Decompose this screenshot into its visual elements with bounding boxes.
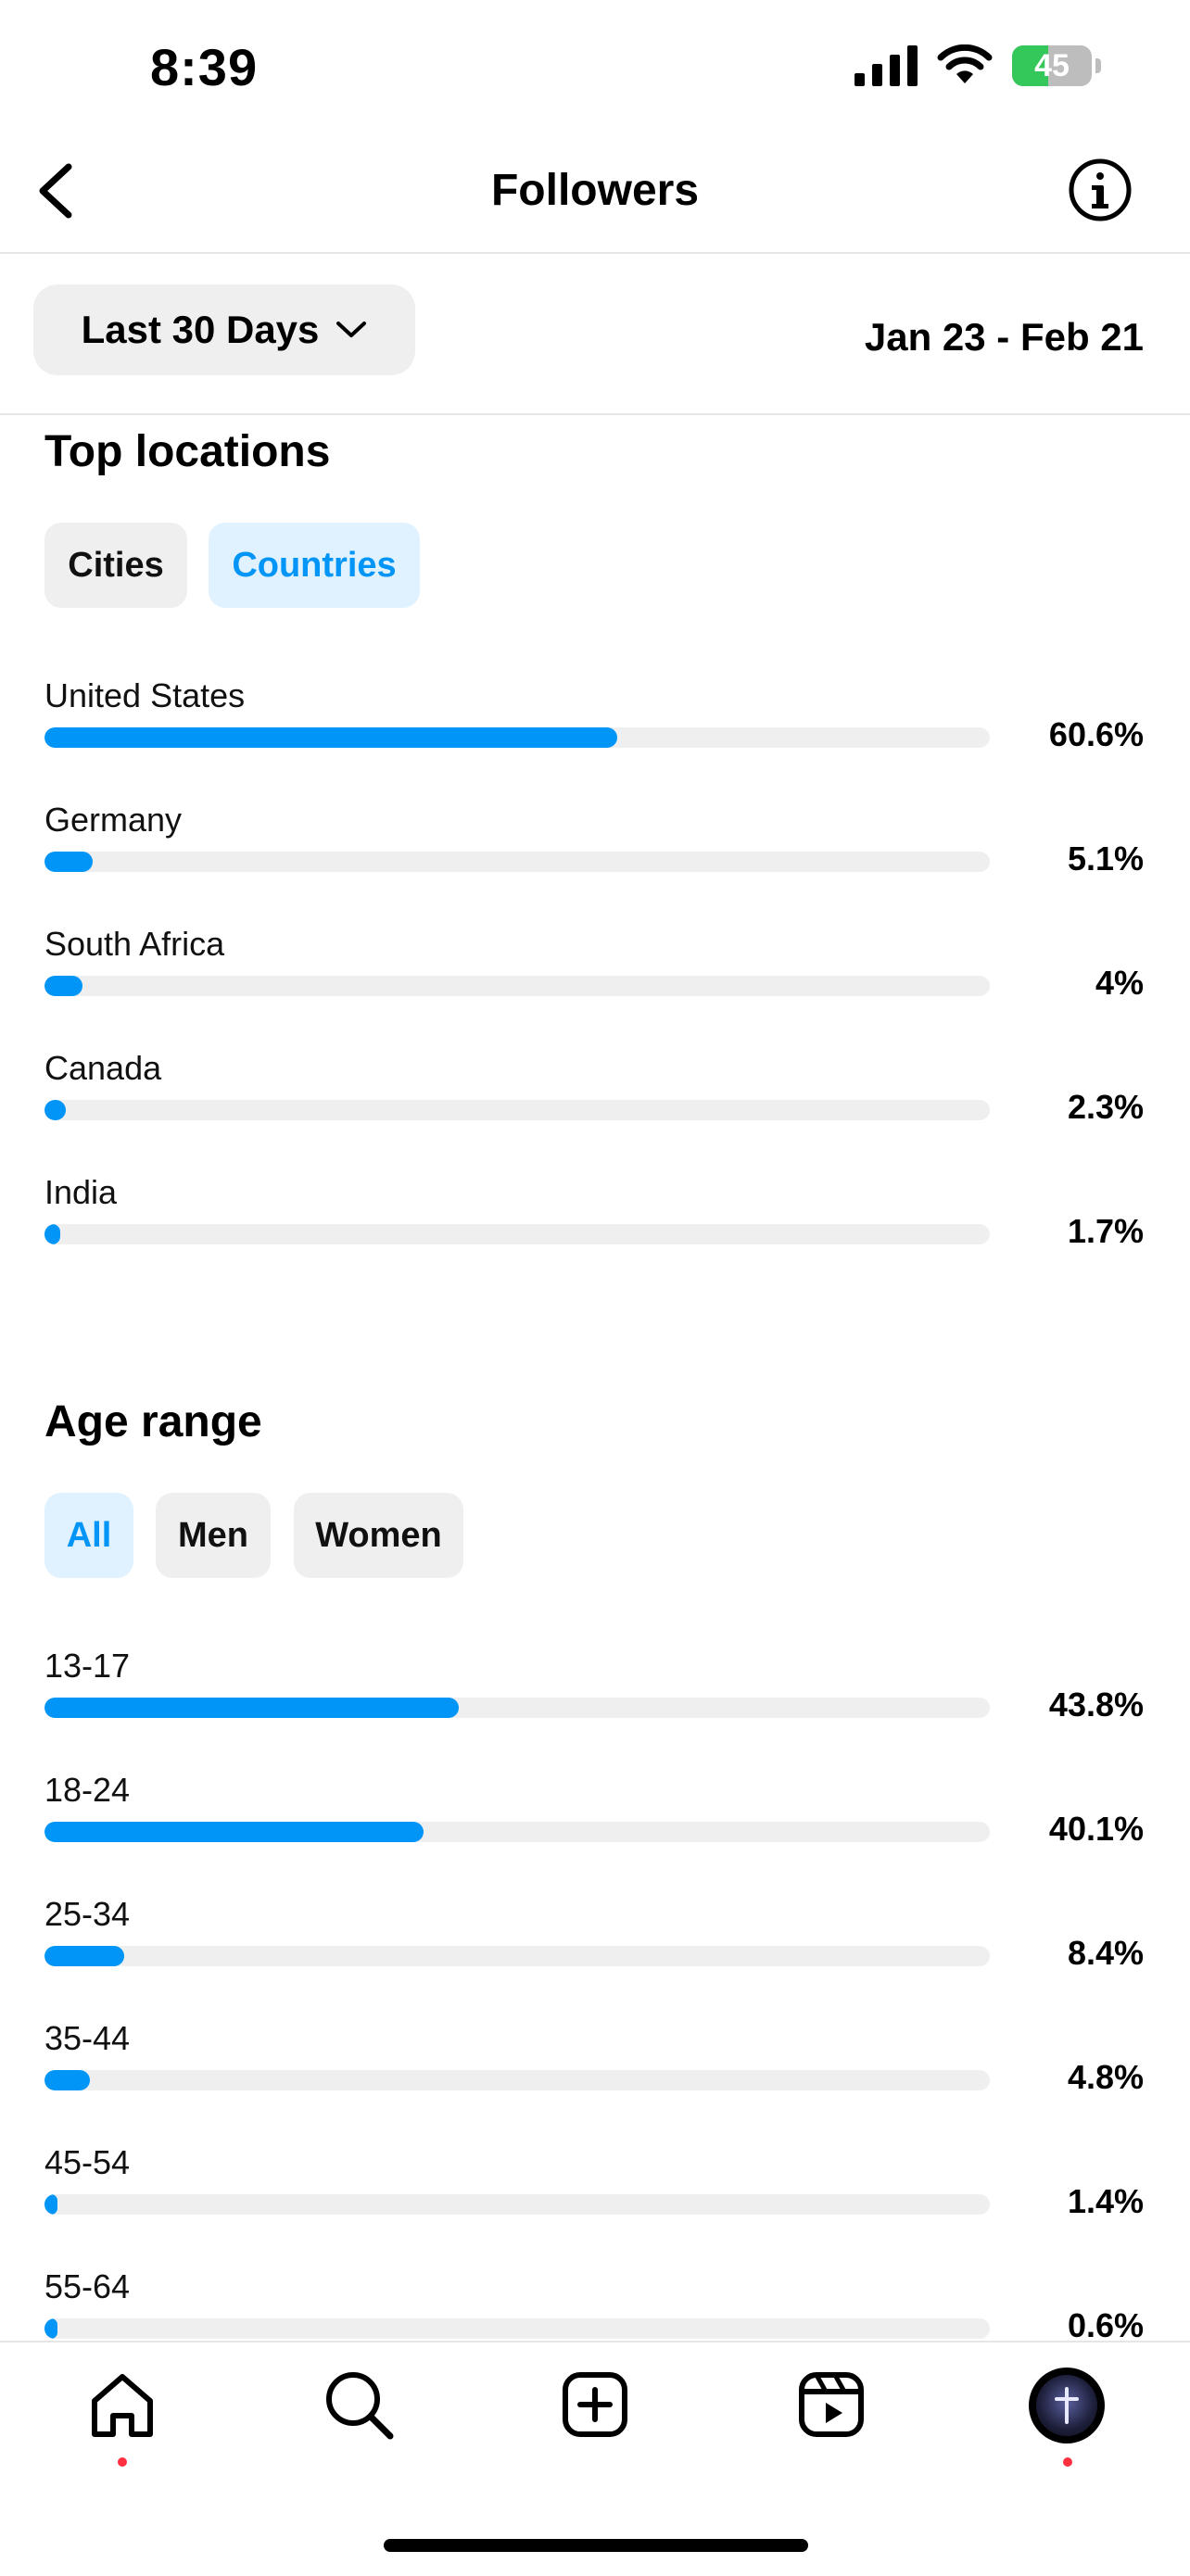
tab-countries[interactable]: Countries xyxy=(209,523,420,608)
age-label: 45-54 xyxy=(44,2143,131,2181)
age-bar-fill xyxy=(44,1946,124,1966)
chevron-down-icon xyxy=(336,322,367,337)
add-post-icon[interactable] xyxy=(558,2368,632,2442)
age-bar xyxy=(44,2194,990,2215)
status-time: 8:39 xyxy=(150,38,259,96)
age-percent: 4.8% xyxy=(1067,2058,1144,2096)
age-bar xyxy=(44,1946,990,1966)
page-title: Followers xyxy=(490,166,700,215)
profile-picture xyxy=(1036,2375,1097,2436)
date-range-dropdown[interactable]: Last 30 Days xyxy=(33,284,415,375)
location-bar xyxy=(44,976,990,996)
age-bar xyxy=(44,1698,990,1718)
age-range-title: Age range xyxy=(44,1397,262,1446)
age-bar-fill xyxy=(44,1822,424,1842)
location-label: Canada xyxy=(44,1049,162,1087)
age-percent: 40.1% xyxy=(1048,1810,1144,1848)
age-bar-fill xyxy=(44,2318,58,2339)
age-bar-fill xyxy=(44,2070,90,2090)
home-indicator xyxy=(384,2539,808,2552)
date-range-text: Jan 23 - Feb 21 xyxy=(864,315,1144,359)
age-label: 13-17 xyxy=(44,1647,131,1685)
location-bar xyxy=(44,727,990,748)
location-percent: 60.6% xyxy=(1048,715,1144,753)
wifi-icon xyxy=(937,44,993,83)
tab-all[interactable]: All xyxy=(44,1493,133,1578)
location-label: Germany xyxy=(44,801,183,839)
location-label: South Africa xyxy=(44,925,225,963)
location-bar-fill xyxy=(44,1224,61,1244)
date-range-dropdown-label: Last 30 Days xyxy=(81,308,320,351)
age-bar xyxy=(44,1822,990,1842)
location-bar-fill xyxy=(44,976,82,996)
location-percent: 5.1% xyxy=(1067,840,1144,878)
age-bar-fill xyxy=(44,1698,459,1718)
location-label: India xyxy=(44,1173,118,1211)
age-label: 35-44 xyxy=(44,2019,131,2057)
age-bar-fill xyxy=(44,2194,58,2215)
age-percent: 43.8% xyxy=(1048,1686,1144,1724)
location-bar xyxy=(44,1224,990,1244)
age-label: 18-24 xyxy=(44,1771,131,1809)
avatar[interactable] xyxy=(1029,2368,1105,2443)
date-row-divider xyxy=(0,413,1190,415)
tab-cities[interactable]: Cities xyxy=(44,523,187,608)
info-icon[interactable] xyxy=(1068,158,1133,222)
profile-notification-dot xyxy=(1063,2457,1072,2467)
age-percent: 1.4% xyxy=(1067,2182,1144,2220)
header-divider xyxy=(0,252,1190,254)
battery-indicator: 45 xyxy=(1012,45,1092,86)
location-bar xyxy=(44,852,990,872)
age-label: 25-34 xyxy=(44,1895,131,1933)
tab-women[interactable]: Women xyxy=(294,1493,463,1578)
top-locations-title: Top locations xyxy=(44,427,331,476)
location-bar-fill xyxy=(44,1100,67,1120)
home-notification-dot xyxy=(118,2457,127,2467)
age-bar xyxy=(44,2318,990,2339)
cellular-signal-icon xyxy=(855,45,918,86)
age-label: 55-64 xyxy=(44,2267,131,2305)
search-icon[interactable] xyxy=(322,2368,396,2442)
home-icon[interactable] xyxy=(85,2368,159,2442)
age-percent: 8.4% xyxy=(1067,1934,1144,1972)
battery-percent: 45 xyxy=(1034,47,1070,83)
location-percent: 4% xyxy=(1095,964,1144,1002)
location-label: United States xyxy=(44,676,246,714)
cross-icon xyxy=(1055,2387,1079,2424)
reels-icon[interactable] xyxy=(794,2368,868,2442)
status-icons: 45 xyxy=(855,44,1101,87)
location-percent: 1.7% xyxy=(1067,1212,1144,1250)
tab-men[interactable]: Men xyxy=(156,1493,271,1578)
age-percent: 0.6% xyxy=(1067,2306,1144,2344)
location-bar xyxy=(44,1100,990,1120)
age-bar xyxy=(44,2070,990,2090)
location-bar-fill xyxy=(44,852,94,872)
location-percent: 2.3% xyxy=(1067,1088,1144,1126)
battery-cap xyxy=(1095,58,1101,73)
location-bar-fill xyxy=(44,727,618,748)
